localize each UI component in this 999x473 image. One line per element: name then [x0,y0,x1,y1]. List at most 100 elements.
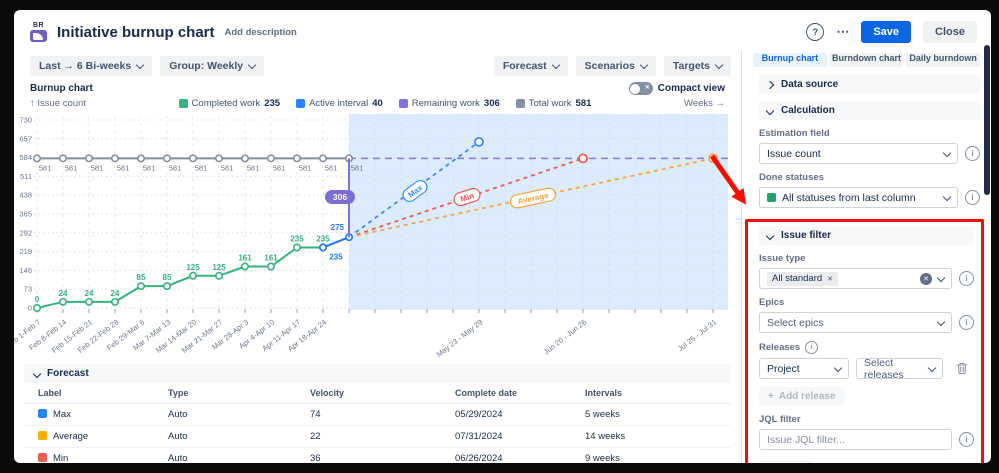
scenarios-dropdown[interactable]: Scenarios [575,56,656,76]
sidebar-scrollbar[interactable] [984,45,990,195]
chart-toolbar: Last → 6 Bi-weeks Group: Weekly Forecast… [14,50,741,78]
add-release-button[interactable]: + Add release [759,387,845,406]
app-window: BR Initiative burnup chart Add descripti… [14,10,991,463]
min-chip-icon [38,453,47,462]
info-icon[interactable]: i [965,190,980,205]
svg-text:581: 581 [351,163,364,172]
legend-item-active[interactable]: Active interval 40 [296,98,383,109]
average-chip-icon [38,431,47,440]
targets-dropdown[interactable]: Targets [663,56,731,76]
svg-text:24: 24 [59,289,68,298]
estimation-field-select[interactable]: Issue count [759,143,958,164]
forecast-section: Forecast Label Type Velocity Complete da… [14,364,741,463]
save-button[interactable]: Save [861,21,912,43]
chevron-down-icon [135,60,145,70]
table-row[interactable]: Max Auto 74 05/29/2024 5 weeks [24,404,731,426]
svg-text:581: 581 [117,163,130,172]
annotation-highlight-box: Issue filter Issue type All standard ✕ ✕… [745,219,984,463]
chevron-down-icon [765,106,775,115]
info-icon[interactable]: i [959,315,974,330]
section-issue-filter[interactable]: Issue filter [759,226,974,245]
svg-text:235: 235 [329,252,343,261]
chevron-down-icon [32,369,42,378]
info-icon[interactable]: i [965,146,980,161]
svg-text:161: 161 [238,254,252,263]
svg-text:219: 219 [19,247,32,256]
svg-text:581: 581 [195,163,208,172]
svg-text:581: 581 [221,163,234,172]
close-button[interactable]: Close [923,21,977,43]
apply-button[interactable]: Apply [759,460,813,463]
svg-text:235: 235 [290,234,304,243]
delete-release-button[interactable] [950,358,974,379]
compact-view-toggle[interactable]: ✕ [628,82,653,95]
tab-burndown-chart[interactable]: Burndown chart [829,53,904,67]
svg-text:161: 161 [264,254,278,263]
svg-text:85: 85 [163,273,172,282]
info-icon[interactable]: i [959,432,974,447]
issue-type-select[interactable]: All standard ✕ ✕ [759,268,952,289]
releases-select[interactable]: Select releases [856,357,943,381]
legend-item-total[interactable]: Total work 581 [515,98,591,109]
svg-text:Jun 20 - Jun 26: Jun 20 - Jun 26 [542,317,588,356]
section-data-source[interactable]: Data source [759,75,980,94]
info-icon[interactable]: i [805,341,819,354]
chart-title: Burnup chart [30,83,93,94]
burnup-chart[interactable]: 073146219292365438511584657730Feb 1-Feb … [14,112,736,362]
forecast-region [349,114,728,310]
trash-icon [956,362,968,375]
svg-text:438: 438 [19,191,32,200]
tab-daily-burndown[interactable]: Daily burndown [906,53,980,67]
chevron-down-icon [942,192,952,201]
done-statuses-select[interactable]: All statuses from last column [759,187,958,208]
legend-item-remaining[interactable]: Remaining work 306 [398,98,500,109]
forecast-dropdown[interactable]: Forecast [493,56,568,76]
chevron-down-icon [714,60,724,70]
epics-label: Epics [759,297,785,308]
chevron-down-icon [765,231,775,240]
svg-text:May 23 - May 29: May 23 - May 29 [435,317,485,358]
svg-text:Jul 25 - Jul 31: Jul 25 - Jul 31 [676,317,718,353]
releases-label: Releases i [759,341,974,354]
remaining-badge: 306 [325,190,355,204]
more-menu-icon[interactable]: ⋯ [836,24,849,40]
date-range-dropdown[interactable]: Last → 6 Bi-weeks [30,56,153,76]
remove-tag-icon[interactable]: ✕ [827,275,833,283]
table-row[interactable]: Min Auto 36 06/26/2024 9 weeks [24,448,731,463]
svg-text:235: 235 [316,234,330,243]
status-swatch-icon [767,193,776,202]
section-calculation[interactable]: Calculation [759,101,980,120]
issue-type-label: Issue type [759,253,806,264]
series-total: 581 581 581 581 581 581 581 581 581 581 581 581 581 [33,154,364,172]
chevron-down-icon [247,60,257,70]
active-swatch-icon [296,99,306,108]
completed-swatch-icon [178,99,188,108]
legend-item-completed[interactable]: Completed work 235 [178,98,280,109]
chevron-right-icon [765,80,775,89]
svg-text:581: 581 [273,163,286,172]
svg-text:306: 306 [333,192,347,202]
remaining-swatch-icon [398,99,408,108]
jql-filter-label: JQL filter [759,414,801,425]
svg-text:24: 24 [111,289,120,298]
compact-view-label: Compact view [657,83,725,94]
clear-all-icon[interactable]: ✕ [920,272,932,285]
issue-type-tag[interactable]: All standard ✕ [767,271,839,286]
info-icon[interactable]: i [959,271,974,286]
table-row[interactable]: Average Auto 22 07/31/2024 14 weeks [24,426,731,448]
svg-text:581: 581 [65,163,78,172]
tab-burnup-chart[interactable]: Burnup chart [753,53,827,67]
add-description-link[interactable]: Add description [225,27,297,38]
svg-text:146: 146 [19,266,32,275]
header: BR Initiative burnup chart Add descripti… [14,10,991,50]
help-icon[interactable]: ? [806,23,825,41]
jql-filter-input[interactable] [759,429,952,450]
release-scope-select[interactable]: Project [759,358,849,379]
group-dropdown[interactable]: Group: Weekly [160,56,265,76]
x-axis-label: Weeks → [683,98,725,109]
forecast-section-header[interactable]: Forecast [24,364,731,383]
svg-text:125: 125 [186,263,200,272]
forecast-table-header: Label Type Velocity Complete date Interv… [24,383,731,404]
svg-text:275: 275 [331,223,345,232]
epics-select[interactable]: Select epics [759,312,952,333]
